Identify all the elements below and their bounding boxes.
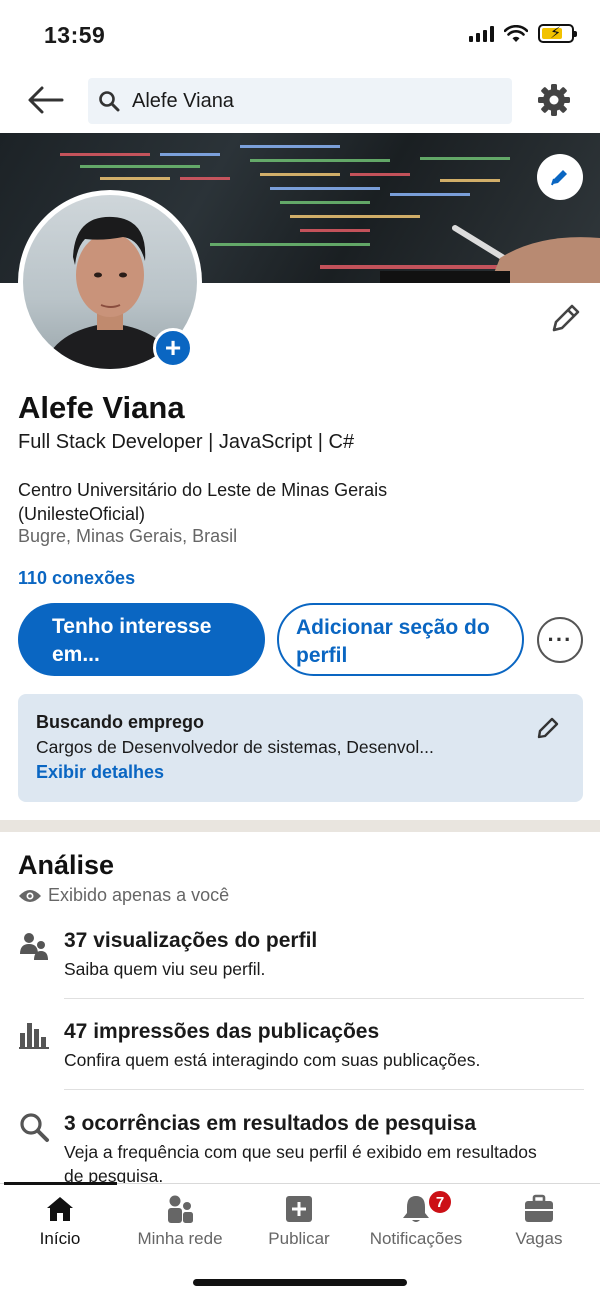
ellipsis-icon: ··· (547, 627, 573, 652)
analytics-item-title: 47 impressões das publicações (64, 1020, 380, 1043)
plus-icon: + (164, 332, 182, 363)
nav-item-notifications[interactable]: 7 Notificações (356, 1184, 476, 1259)
nav-label: Notificações (369, 1229, 463, 1248)
home-icon (47, 1197, 73, 1221)
profile-education[interactable]: Centro Universitário do Leste de Minas G… (18, 478, 488, 526)
search-icon (99, 91, 120, 112)
item-divider (64, 998, 584, 999)
profile-name: Alefe Viana (18, 390, 185, 425)
bar-chart-icon (19, 1023, 49, 1049)
battery-icon: ⚡ (538, 24, 577, 43)
analytics-item-title: 37 visualizações do perfil (64, 929, 318, 952)
status-bar: 13:59 ⚡ (0, 0, 600, 70)
plus-square-icon (286, 1196, 312, 1222)
item-divider (64, 1089, 584, 1090)
wifi-icon (504, 24, 528, 42)
back-arrow-icon[interactable] (26, 84, 64, 116)
network-icon (168, 1195, 193, 1223)
cellular-signal-icon (469, 25, 494, 42)
nav-label: Publicar (268, 1229, 330, 1248)
gear-icon[interactable] (536, 82, 572, 118)
job-card-description: Cargos de Desenvolvedor de sistemas, Des… (36, 737, 434, 757)
eye-icon (19, 889, 41, 902)
nav-item-jobs[interactable]: Vagas (479, 1184, 599, 1259)
search-header: Alefe Viana (0, 70, 600, 132)
nav-label: Vagas (515, 1229, 563, 1248)
analytics-item-post-impressions[interactable]: 47 impressões das publicações Confira qu… (0, 1017, 600, 1089)
profile-headline: Full Stack Developer | JavaScript | C# (18, 431, 355, 453)
nav-item-home[interactable]: Início (0, 1184, 120, 1259)
notification-badge: 7 (427, 1189, 453, 1215)
analytics-visibility-text: Exibido apenas a você (48, 885, 230, 905)
nav-label: Minha rede (137, 1229, 223, 1248)
status-icons: ⚡ (469, 24, 577, 43)
search-icon (20, 1113, 49, 1142)
open-to-work-card[interactable]: Buscando emprego Cargos de Desenvolvedor… (18, 694, 583, 802)
more-options-button[interactable]: ··· (537, 617, 583, 663)
pencil-icon[interactable] (535, 715, 561, 741)
people-icon (20, 933, 48, 960)
status-time: 13:59 (44, 22, 106, 48)
nav-label: Início (39, 1229, 81, 1248)
analytics-item-title: 3 ocorrências em resultados de pesquisa (64, 1112, 477, 1135)
analytics-item-description: Veja a frequência com que seu perfil é e… (64, 1142, 537, 1186)
section-divider (0, 820, 600, 832)
show-details-link[interactable]: Exibir detalhes (36, 762, 164, 783)
edit-banner-button[interactable] (537, 154, 583, 200)
profile-location: Bugre, Minas Gerais, Brasil (18, 526, 238, 546)
briefcase-icon (525, 1194, 553, 1222)
analytics-item-profile-views[interactable]: 37 visualizações do perfil Saiba quem vi… (0, 926, 600, 998)
analytics-item-description: Saiba quem viu seu perfil. (64, 959, 266, 979)
nav-item-post[interactable]: Publicar (239, 1184, 359, 1259)
analytics-visibility: Exibido apenas a você (18, 885, 229, 906)
search-input[interactable]: Alefe Viana (88, 78, 512, 124)
nav-item-my-network[interactable]: Minha rede (120, 1184, 240, 1259)
connections-link[interactable]: 110 conexões (18, 568, 135, 589)
add-profile-section-button[interactable]: Adicionar seção do perfil (277, 603, 524, 676)
search-query: Alefe Viana (132, 89, 234, 112)
analytics-title: Análise (18, 850, 115, 880)
analytics-item-search-appearances[interactable]: 3 ocorrências em resultados de pesquisa … (0, 1109, 600, 1186)
home-indicator (193, 1279, 407, 1286)
open-to-button[interactable]: Tenho interesse em... (18, 603, 265, 676)
analytics-item-description: Confira quem está interagindo com suas p… (64, 1050, 481, 1070)
edit-profile-pencil-icon[interactable] (548, 302, 582, 336)
pencil-icon (551, 170, 567, 186)
add-photo-button[interactable]: + (153, 328, 193, 368)
job-card-title: Buscando emprego (36, 712, 205, 732)
